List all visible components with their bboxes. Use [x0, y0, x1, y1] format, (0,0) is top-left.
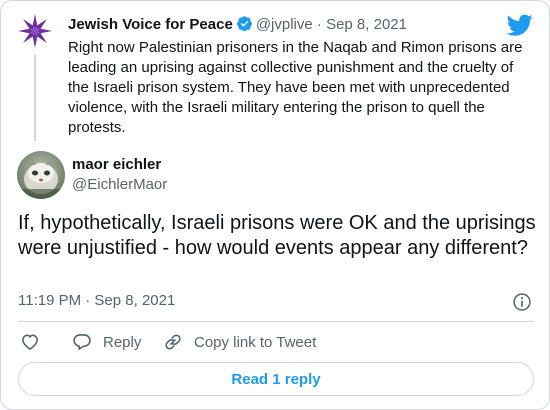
reply-tweet-timestamp[interactable]: 11:19 PM · Sep 8, 2021 — [18, 291, 175, 311]
parent-author-name[interactable]: Jewish Voice for Peace — [68, 16, 233, 33]
info-icon[interactable] — [512, 292, 532, 312]
twitter-bird-icon[interactable] — [507, 12, 533, 38]
parent-tweet-header: Jewish Voice for Peace @jvplive · Sep 8, … — [68, 15, 407, 35]
copy-link-button[interactable]: Copy link to Tweet — [163, 331, 316, 353]
reply-button[interactable]: Reply — [72, 331, 141, 353]
like-button[interactable] — [20, 331, 40, 353]
verified-badge-icon — [236, 16, 252, 32]
thread-connector-line — [34, 55, 36, 141]
link-icon — [165, 334, 181, 350]
heart-icon — [22, 334, 38, 350]
cat-photo-avatar-image — [17, 151, 65, 199]
reply-author-handle[interactable]: @EichlerMaor — [72, 175, 167, 195]
reply-author-name[interactable]: maor eichler — [72, 155, 161, 175]
separator-dot: · — [316, 16, 322, 33]
jvp-star-logo-avatar[interactable] — [17, 13, 53, 49]
copy-link-label: Copy link to Tweet — [194, 333, 317, 351]
actions-divider — [18, 321, 534, 322]
parent-tweet-text: Right now Palestinian prisoners in the N… — [68, 39, 523, 136]
embedded-tweet-card: Jewish Voice for Peace @jvplive · Sep 8, … — [0, 0, 550, 410]
reply-tweet-text: If, hypothetically, Israeli prisons were… — [18, 212, 536, 259]
reply-author-avatar[interactable] — [17, 151, 65, 199]
parent-tweet-date[interactable]: Sep 8, 2021 — [326, 16, 407, 33]
reply-bubble-icon — [73, 334, 91, 350]
read-replies-button[interactable]: Read 1 reply — [18, 362, 534, 396]
reply-label: Reply — [103, 333, 142, 351]
parent-author-handle[interactable]: @jvplive — [256, 16, 313, 33]
